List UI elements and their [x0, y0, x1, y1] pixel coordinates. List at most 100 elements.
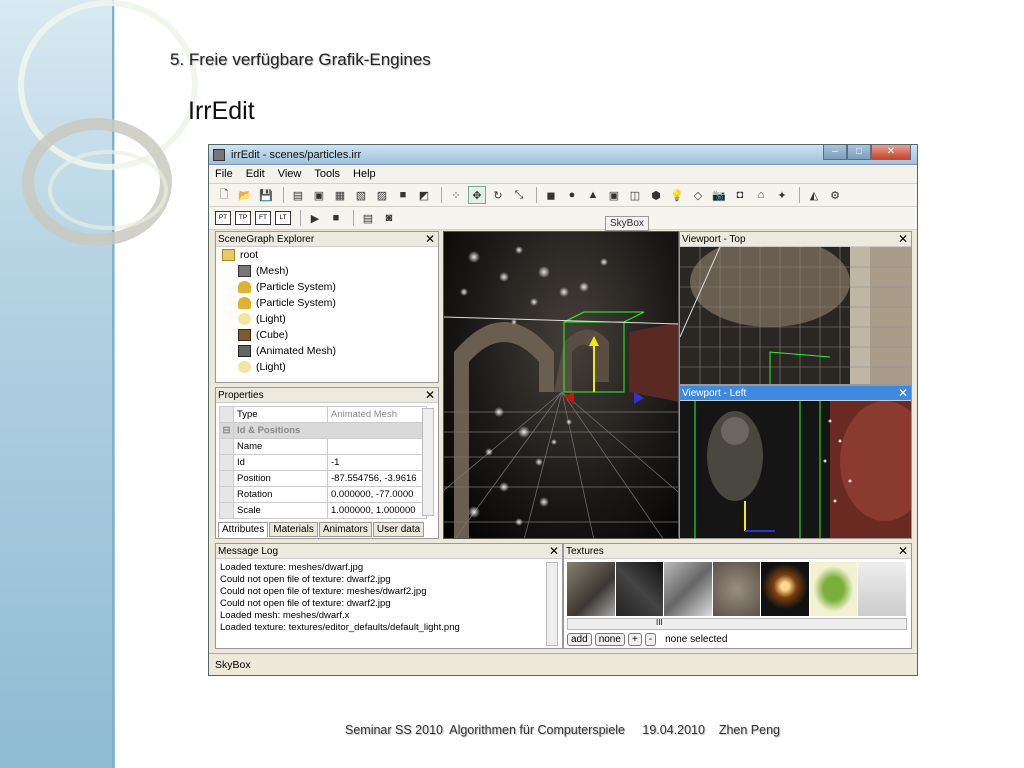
property-row[interactable]: Id -1 — [219, 454, 427, 471]
property-value[interactable] — [327, 438, 427, 455]
textures-scrollbar[interactable]: III — [567, 618, 907, 630]
property-row[interactable]: Scale 1.000000, 1.000000 — [219, 502, 427, 519]
window-icon[interactable]: ■ — [394, 186, 412, 204]
tooltip: SkyBox — [605, 216, 649, 231]
viewport-perspective[interactable] — [443, 231, 679, 539]
texture-thumbnail[interactable] — [664, 562, 712, 616]
animated-mesh-icon[interactable]: ⌂ — [752, 186, 770, 204]
minimize-button[interactable]: – — [823, 145, 847, 160]
viewport-left[interactable]: Viewport - Left ✕ — [679, 385, 912, 539]
close-icon[interactable]: ✕ — [898, 232, 908, 247]
left-top-icon[interactable]: LT — [275, 211, 291, 225]
tree-item[interactable]: (Animated Mesh) — [222, 343, 438, 359]
message-log-scrollbar[interactable] — [546, 562, 558, 646]
viewport-top[interactable]: Viewport - Top ✕ — [679, 231, 912, 385]
properties-scrollbar[interactable] — [422, 408, 434, 516]
open-folder-icon[interactable]: 📂 — [236, 186, 254, 204]
tree-item[interactable]: (Mesh) — [222, 263, 438, 279]
cube-icon[interactable]: ◼ — [542, 186, 560, 204]
property-value[interactable]: 1.000000, 1.000000 — [327, 502, 427, 519]
close-icon[interactable]: ✕ — [549, 544, 559, 559]
property-row[interactable]: Name — [219, 438, 427, 455]
none-button[interactable]: none — [594, 633, 625, 646]
tree-item[interactable]: (Light) — [222, 311, 438, 327]
close-icon[interactable]: ✕ — [898, 386, 908, 401]
stop-icon[interactable]: ■ — [327, 209, 345, 227]
preview-icon[interactable]: ◙ — [380, 209, 398, 227]
close-icon[interactable]: ✕ — [898, 544, 908, 559]
property-value[interactable]: -87.554756, -3.9616 — [327, 470, 427, 487]
zoom-out-button[interactable]: - — [644, 633, 657, 646]
close-icon[interactable]: ✕ — [425, 232, 435, 247]
textures-header: Textures ✕ — [564, 544, 911, 559]
textures-icon[interactable]: ▦ — [331, 186, 349, 204]
mesh-icon[interactable]: ⬢ — [647, 186, 665, 204]
export-icon[interactable]: ◩ — [415, 186, 433, 204]
menu-edit[interactable]: Edit — [246, 168, 265, 180]
texture-thumbnail[interactable] — [615, 562, 664, 616]
texture-thumbnail[interactable] — [809, 562, 858, 616]
settings-icon[interactable]: ⚙ — [826, 186, 844, 204]
light-icon[interactable]: 💡 — [668, 186, 686, 204]
window-titlebar[interactable]: irrEdit - scenes/particles.irr – □ ✕ — [209, 145, 917, 165]
close-button[interactable]: ✕ — [871, 145, 911, 160]
tab-animators[interactable]: Animators — [318, 522, 372, 537]
rotate-icon[interactable]: ↻ — [489, 186, 507, 204]
viewport-top-canvas[interactable] — [680, 247, 911, 384]
move-icon[interactable]: ✥ — [468, 186, 486, 204]
screenshot-icon[interactable]: ▤ — [359, 209, 377, 227]
close-icon[interactable]: ✕ — [425, 388, 435, 403]
perspective-top-icon[interactable]: PT — [215, 211, 231, 225]
property-group[interactable]: ⊟ Id & Positions — [219, 422, 427, 439]
collapse-icon[interactable]: ⊟ — [219, 422, 234, 439]
tab-user-data[interactable]: User data — [372, 522, 425, 537]
skybox-icon[interactable]: ▣ — [605, 186, 623, 204]
camera-icon[interactable]: 📷 — [710, 186, 728, 204]
front-top-icon[interactable]: FT — [255, 211, 271, 225]
top-perspective-icon[interactable]: TP — [235, 211, 251, 225]
play-icon[interactable]: ▶ — [306, 209, 324, 227]
add-button[interactable]: add — [567, 633, 592, 646]
texture-thumbnail[interactable] — [858, 562, 907, 616]
new-file-icon[interactable]: 🗋 — [215, 186, 233, 204]
menu-file[interactable]: File — [215, 168, 233, 180]
scale-icon[interactable]: ⤡ — [510, 186, 528, 204]
property-value[interactable]: 0.000000, -77.0000 — [327, 486, 427, 503]
material-icon[interactable]: ◭ — [805, 186, 823, 204]
tree-item[interactable]: (Particle System) — [222, 279, 438, 295]
scene-graph-icon[interactable]: ▣ — [310, 186, 328, 204]
zoom-in-button[interactable]: + — [627, 633, 642, 646]
menu-view[interactable]: View — [278, 168, 302, 180]
properties-icon[interactable]: ▤ — [289, 186, 307, 204]
billboard-icon[interactable]: ◇ — [689, 186, 707, 204]
tree-item-label: (Light) — [256, 313, 286, 325]
tree-item-root[interactable]: root — [222, 247, 438, 263]
texture-thumbnail[interactable] — [761, 562, 809, 616]
skydome-icon[interactable]: ◫ — [626, 186, 644, 204]
texture-thumbnail[interactable] — [712, 562, 761, 616]
tab-attributes[interactable]: Attributes — [218, 522, 269, 537]
tree-item[interactable]: (Cube) — [222, 327, 438, 343]
water-icon[interactable]: ◘ — [731, 186, 749, 204]
tree-item[interactable]: (Particle System) — [222, 295, 438, 311]
decorative-ring — [48, 150, 168, 230]
terrain-icon[interactable]: ▲ — [584, 186, 602, 204]
viewport-left-canvas[interactable] — [680, 401, 911, 538]
images-icon[interactable]: ▨ — [373, 186, 391, 204]
maximize-button[interactable]: □ — [847, 145, 871, 160]
texture-thumbnail[interactable] — [567, 562, 615, 616]
stone-arch — [554, 329, 609, 392]
log-icon[interactable]: ▧ — [352, 186, 370, 204]
property-row[interactable]: Type Animated Mesh — [219, 406, 427, 423]
property-value[interactable]: -1 — [327, 454, 427, 471]
tab-materials[interactable]: Materials — [269, 522, 318, 537]
tree-item[interactable]: (Light) — [222, 359, 438, 375]
select-icon[interactable]: ⁘ — [447, 186, 465, 204]
property-row[interactable]: Position -87.554756, -3.9616 — [219, 470, 427, 487]
particle-icon[interactable]: ✦ — [773, 186, 791, 204]
menu-tools[interactable]: Tools — [314, 168, 340, 180]
save-icon[interactable]: 💾 — [257, 186, 275, 204]
menu-help[interactable]: Help — [353, 168, 376, 180]
sphere-icon[interactable]: ● — [563, 186, 581, 204]
property-row[interactable]: Rotation 0.000000, -77.0000 — [219, 486, 427, 503]
